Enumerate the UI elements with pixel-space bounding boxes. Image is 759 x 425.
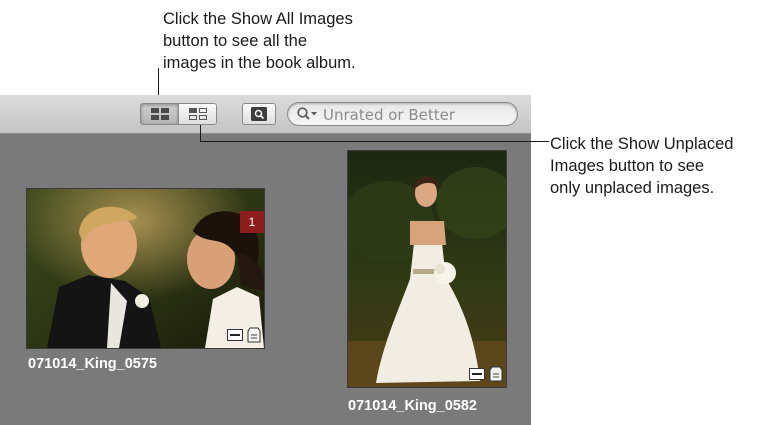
magnifier-square-icon bbox=[251, 107, 267, 121]
count-badge: 1 bbox=[240, 211, 264, 233]
callout-line: images in the book album. bbox=[163, 54, 356, 72]
bride-portrait-photo bbox=[348, 151, 506, 387]
unplaced-grid-icon bbox=[188, 108, 207, 120]
callout-line: Click the Show Unplaced bbox=[550, 135, 734, 153]
show-all-callout: Click the Show All Images button to see … bbox=[163, 8, 356, 74]
callout-line: button to see all the bbox=[163, 32, 308, 50]
search-value: Unrated or Better bbox=[323, 106, 456, 124]
image-browser-panel: Unrated or Better 1 071014_King_0575 071… bbox=[0, 95, 531, 425]
search-icon bbox=[297, 107, 317, 120]
callout-line: Images button to see bbox=[550, 157, 705, 175]
image-thumbnail-0582[interactable] bbox=[347, 150, 507, 388]
show-all-images-button[interactable] bbox=[140, 103, 179, 125]
show-unplaced-images-button[interactable] bbox=[178, 103, 217, 125]
grid-icon bbox=[150, 108, 169, 120]
image-thumbnail-0575[interactable]: 1 bbox=[26, 188, 265, 349]
image-caption: 071014_King_0582 bbox=[348, 398, 477, 414]
status-icons bbox=[469, 364, 503, 384]
image-caption: 071014_King_0575 bbox=[28, 356, 157, 372]
placed-icon bbox=[227, 329, 243, 341]
show-unplaced-callout: Click the Show Unplaced Images button to… bbox=[550, 133, 733, 199]
tag-icon bbox=[247, 327, 261, 343]
toolbar: Unrated or Better bbox=[0, 95, 531, 134]
callout-line: only unplaced images. bbox=[550, 179, 715, 197]
placed-icon bbox=[469, 368, 485, 380]
rating-filter-search-field[interactable]: Unrated or Better bbox=[287, 102, 518, 126]
tag-icon bbox=[489, 366, 503, 382]
show-unplaced-leader-vertical bbox=[200, 125, 201, 142]
callout-line: Click the Show All Images bbox=[163, 10, 353, 28]
status-icons bbox=[227, 325, 261, 345]
show-unplaced-leader-horizontal bbox=[200, 141, 549, 142]
view-button[interactable] bbox=[242, 103, 276, 125]
